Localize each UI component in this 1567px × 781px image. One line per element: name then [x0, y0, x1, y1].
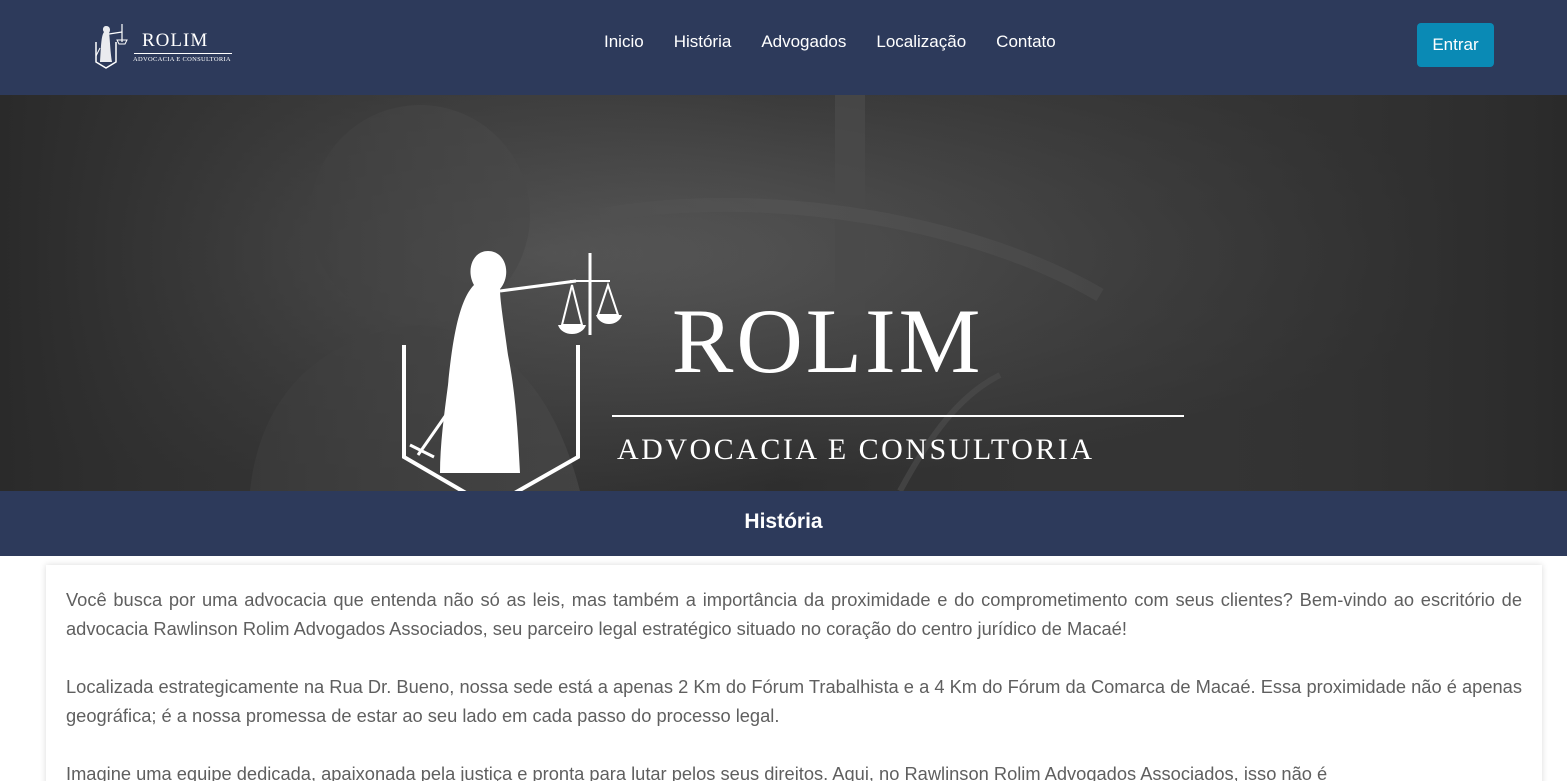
brand-logo[interactable]: ROLIM ADVOCACIA E CONSULTORIA: [92, 18, 237, 70]
lady-justice-icon: [95, 24, 128, 69]
brand-divider: [134, 53, 232, 54]
brand-tagline: ADVOCACIA E CONSULTORIA: [133, 56, 231, 63]
section-header: História: [0, 491, 1567, 556]
hero-subtitle: ADVOCACIA E CONSULTORIA: [617, 433, 1095, 466]
nav-advogados[interactable]: Advogados: [761, 32, 846, 52]
nav-localizacao[interactable]: Localização: [876, 32, 966, 52]
history-content-card: Você busca por uma advocacia que entenda…: [46, 565, 1542, 781]
history-paragraph-1: Você busca por uma advocacia que entenda…: [66, 589, 1522, 639]
main-nav: Inicio História Advogados Localização Co…: [604, 32, 1056, 52]
nav-historia[interactable]: História: [674, 32, 732, 52]
brand-name: ROLIM: [142, 30, 209, 51]
hero-title: ROLIM: [672, 290, 984, 392]
section-title: História: [744, 510, 823, 533]
nav-inicio[interactable]: Inicio: [604, 32, 644, 52]
nav-contato[interactable]: Contato: [996, 32, 1056, 52]
history-paragraph-3: Imagine uma equipe dedicada, apaixonada …: [66, 763, 1328, 781]
navbar: ROLIM ADVOCACIA E CONSULTORIA Inicio His…: [0, 0, 1567, 95]
history-paragraph-2: Localizada estrategicamente na Rua Dr. B…: [66, 676, 1522, 726]
hero-logo: ROLIM ADVOCACIA E CONSULTORIA: [400, 245, 1190, 491]
hero-banner: ROLIM ADVOCACIA E CONSULTORIA: [0, 95, 1567, 491]
hero-divider: [612, 415, 1184, 417]
lady-justice-emblem-icon: [402, 251, 622, 491]
login-button[interactable]: Entrar: [1417, 23, 1494, 67]
